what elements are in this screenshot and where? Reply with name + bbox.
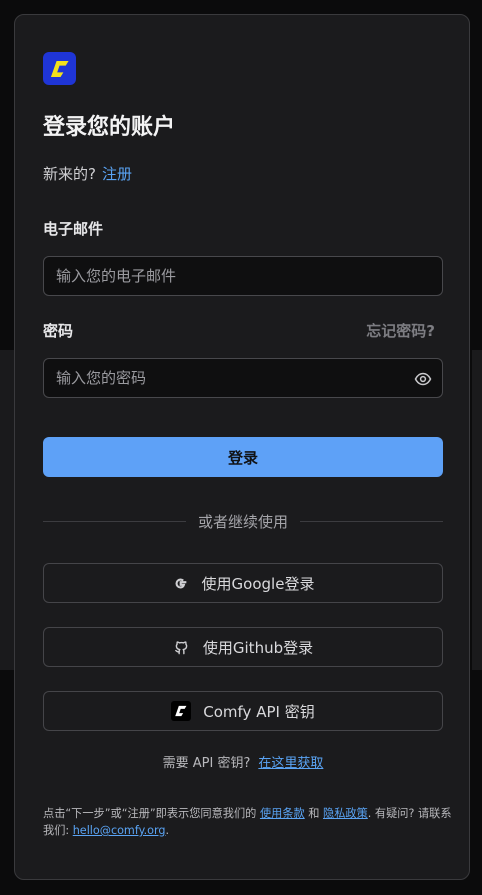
- password-field-wrapper: [43, 358, 443, 398]
- eye-icon[interactable]: [414, 370, 432, 388]
- github-login-button[interactable]: 使用Github登录: [43, 627, 443, 667]
- comfy-icon: [171, 701, 192, 721]
- divider-text: 或者继续使用: [198, 512, 289, 531]
- terms-notice: 点击“下一步”或“注册”即表示您同意我们的 使用条款 和 隐私政策. 有疑问? …: [43, 805, 453, 839]
- comfy-logo-icon: [43, 52, 76, 85]
- signup-prompt-text: 新来的?: [43, 165, 96, 183]
- api-key-hint-text: 需要 API 密钥?: [162, 756, 251, 771]
- forgot-password-link[interactable]: 忘记密码?: [366, 320, 435, 342]
- page-title: 登录您的账户: [43, 115, 176, 140]
- contact-email-link[interactable]: hello@comfy.org: [73, 824, 166, 837]
- login-button[interactable]: 登录: [43, 437, 443, 477]
- privacy-policy-link[interactable]: 隐私政策: [323, 807, 368, 820]
- email-label: 电子邮件: [43, 220, 104, 238]
- or-divider: 或者继续使用: [43, 510, 444, 532]
- password-field[interactable]: [44, 359, 442, 397]
- terms-of-use-link[interactable]: 使用条款: [260, 807, 305, 820]
- signup-prompt: 新来的? 注册: [43, 163, 132, 185]
- login-dialog: 登录您的账户 新来的? 注册 电子邮件 密码 忘记密码? 登录 或者继续使用 使用…: [14, 14, 470, 880]
- api-key-hint: 需要 API 密钥? 在这里获取: [15, 754, 471, 774]
- divider-line-right: [300, 520, 444, 522]
- github-icon: [173, 638, 191, 656]
- google-login-button[interactable]: 使用Google登录: [43, 563, 443, 603]
- google-icon: [172, 574, 190, 592]
- email-field-wrapper: [43, 256, 443, 296]
- comfy-api-key-label: Comfy API 密钥: [203, 702, 315, 721]
- comfy-api-key-button[interactable]: Comfy API 密钥: [43, 691, 443, 731]
- email-field[interactable]: [44, 257, 442, 295]
- divider-line-left: [43, 520, 186, 522]
- terms-prefix: 点击“下一步”或“注册”即表示您同意我们的: [43, 807, 257, 820]
- terms-suffix: .: [165, 824, 170, 837]
- background-panel-right: [472, 350, 482, 670]
- background-panel-left: [0, 350, 14, 670]
- signup-link[interactable]: 注册: [102, 165, 132, 183]
- get-api-key-link[interactable]: 在这里获取: [258, 756, 323, 771]
- google-login-label: 使用Google登录: [201, 574, 315, 593]
- password-label: 密码: [43, 322, 74, 340]
- terms-and: 和: [308, 807, 320, 820]
- github-login-label: 使用Github登录: [202, 638, 314, 657]
